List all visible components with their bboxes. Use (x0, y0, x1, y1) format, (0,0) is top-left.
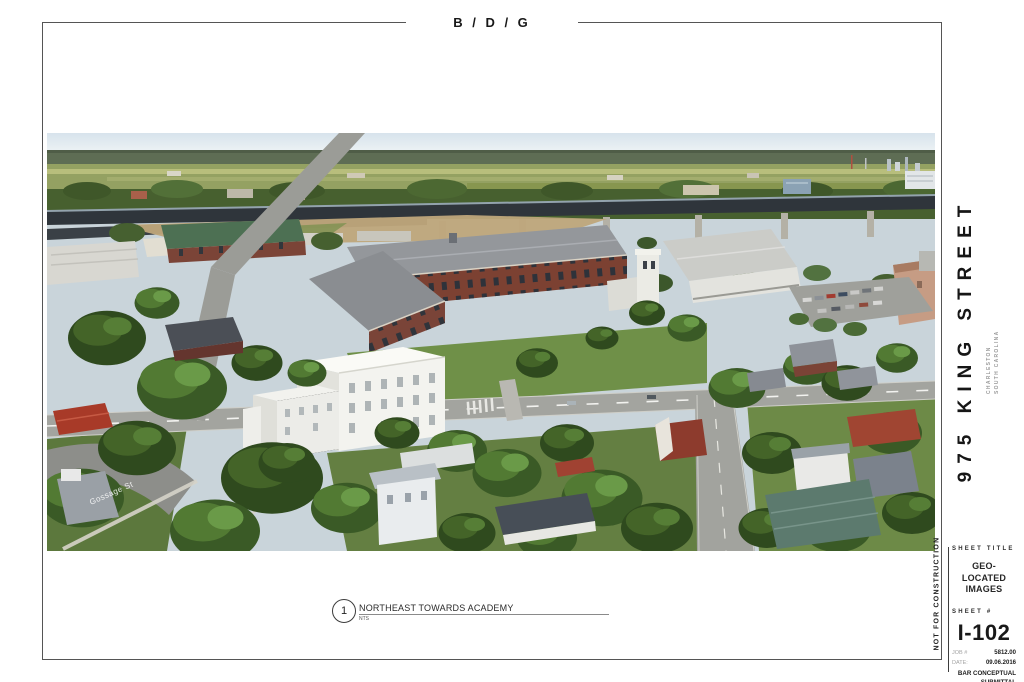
parking-lot (789, 277, 933, 336)
drawing-number-bubble: 1 (332, 599, 356, 623)
date-value: 09.06.2016 (986, 660, 1016, 666)
drawing-sheet: B / D / G (0, 0, 1024, 682)
not-for-construction-stamp: NOT FOR CONSTRUCTION (934, 551, 945, 651)
sheet-title: GEO-LOCATED IMAGES (952, 561, 1016, 596)
project-city: CHARLESTON (986, 298, 994, 394)
project-state: SOUTH CAROLINA (994, 298, 1002, 394)
aerial-photo: Gossage St (47, 133, 935, 551)
aerial-photo-svg: Gossage St (47, 133, 935, 551)
title-block-divider (948, 547, 949, 672)
sheet-number: I-102 (952, 620, 1016, 646)
date-row: DATE: 09.06.2016 (952, 660, 1016, 666)
job-label: JOB # (952, 650, 967, 656)
caption-body: NORTHEAST TOWARDS ACADEMY NTS (359, 603, 609, 622)
sky (47, 133, 935, 166)
caption-scale: NTS (359, 616, 609, 622)
job-number-row: JOB # 5812.00 (952, 650, 1016, 656)
sheet-title-label: SHEET TITLE (952, 546, 1016, 552)
submittal-note: BAR CONCEPTUAL SUBMITTAL (952, 670, 1016, 682)
job-value: 5812.00 (994, 650, 1016, 656)
firm-logo-text: B / D / G (453, 15, 531, 30)
project-name-vertical: 975 KING STREET (955, 195, 981, 485)
drawing-caption: 1 NORTHEAST TOWARDS ACADEMY NTS (332, 599, 609, 623)
sheet-number-label: SHEET # (952, 609, 1016, 615)
hall-building (663, 229, 801, 303)
firm-logo: B / D / G (406, 13, 578, 32)
date-label: DATE: (952, 660, 968, 666)
title-block: SHEET TITLE GEO-LOCATED IMAGES SHEET # I… (952, 546, 1016, 682)
project-location-vertical: CHARLESTON SOUTH CAROLINA (986, 298, 1002, 394)
caption-title: NORTHEAST TOWARDS ACADEMY (359, 603, 609, 615)
